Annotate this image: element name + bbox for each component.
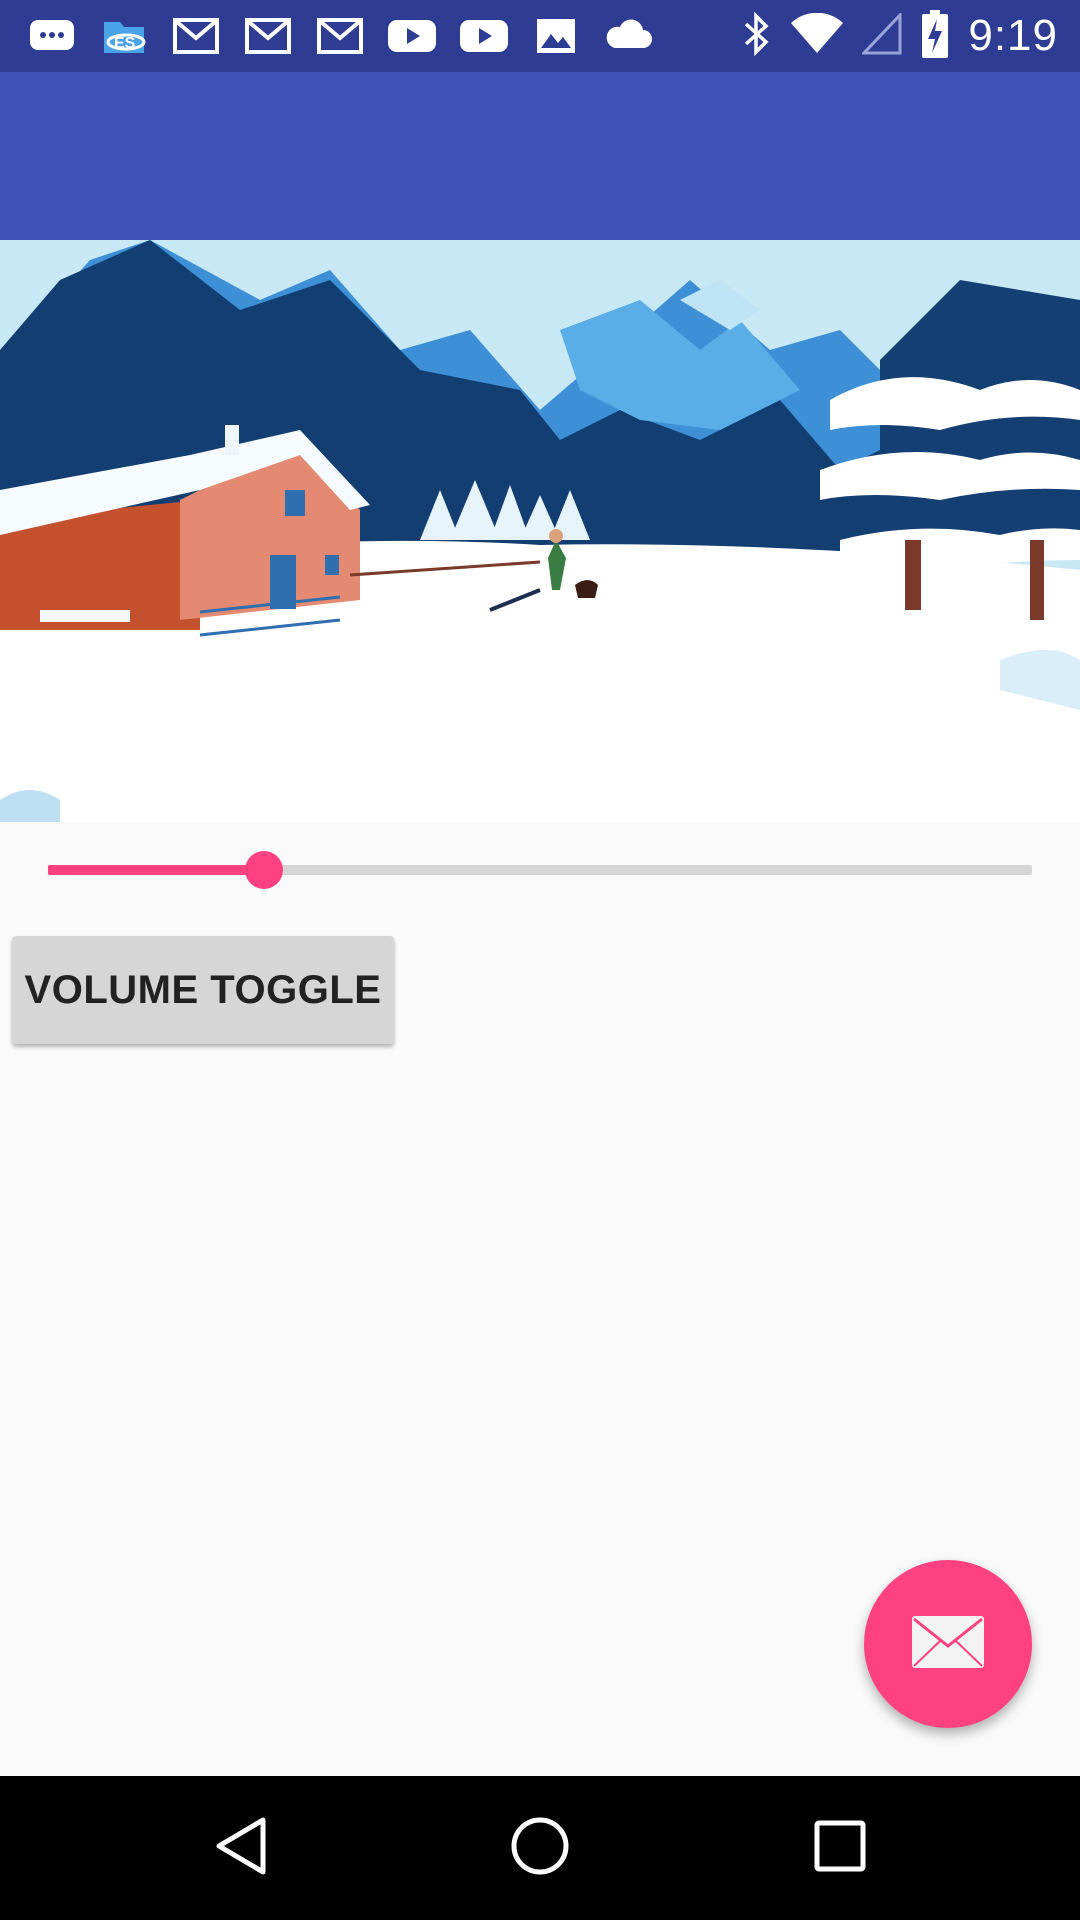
volume-toggle-button[interactable]: VOLUME TOGGLE xyxy=(12,936,394,1044)
navigation-bar xyxy=(0,1776,1080,1920)
status-bar: ES 9:19 xyxy=(0,0,1080,72)
app-bar xyxy=(0,72,1080,240)
home-button[interactable] xyxy=(492,1800,588,1896)
youtube-icon xyxy=(458,14,510,58)
mail-icon xyxy=(910,1614,986,1675)
gmail-icon xyxy=(314,14,366,58)
seekbar[interactable] xyxy=(48,851,1032,889)
mail-fab[interactable] xyxy=(864,1560,1032,1728)
seekbar-thumb[interactable] xyxy=(245,851,284,889)
youtube-icon xyxy=(386,14,438,58)
snowy-village-video-frame xyxy=(0,240,1080,822)
bluetooth-icon xyxy=(740,11,772,62)
video-player[interactable] xyxy=(0,240,1080,822)
chat-icon xyxy=(26,14,78,58)
back-icon xyxy=(211,1814,271,1883)
system-icons: 9:19 xyxy=(740,9,1058,64)
cloud-icon xyxy=(602,14,654,58)
back-button[interactable] xyxy=(193,1800,289,1896)
recents-button[interactable] xyxy=(792,1800,888,1896)
gmail-icon xyxy=(170,14,222,58)
recents-icon xyxy=(812,1818,868,1879)
es-file-explorer-icon: ES xyxy=(98,14,150,58)
wifi-icon xyxy=(790,12,844,60)
clock: 9:19 xyxy=(968,11,1058,60)
image-icon xyxy=(530,14,582,58)
battery-charging-icon xyxy=(920,9,950,64)
gmail-icon xyxy=(242,14,294,58)
home-icon xyxy=(508,1814,572,1883)
seekbar-progress xyxy=(48,865,265,875)
cell-signal-icon xyxy=(860,10,902,60)
svg-text:ES: ES xyxy=(114,35,136,52)
notification-icons: ES xyxy=(26,12,654,60)
